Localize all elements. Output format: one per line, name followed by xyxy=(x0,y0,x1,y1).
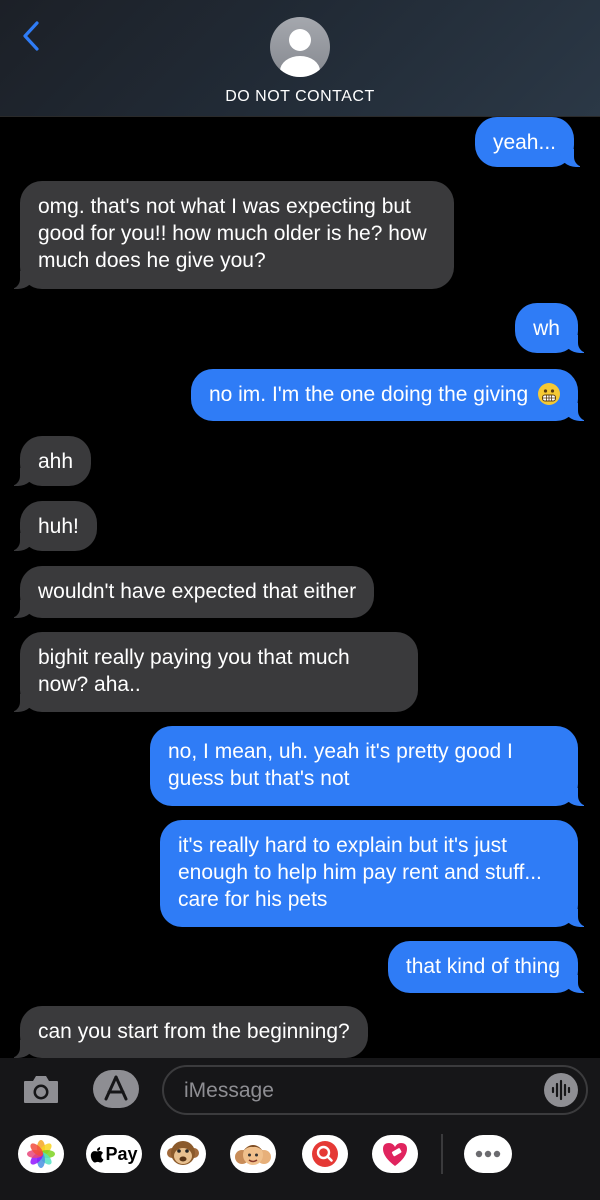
message-text: bighit really paying you that much now? … xyxy=(38,646,350,696)
message-text: that kind of thing xyxy=(405,955,560,978)
message-incoming[interactable]: can you start from the beginning? xyxy=(10,1006,368,1058)
message-outgoing[interactable]: it's really hard to explain but it's jus… xyxy=(160,820,588,927)
heart-sticker-app-button[interactable] xyxy=(372,1135,418,1173)
message-outgoing[interactable]: that kind of thing xyxy=(387,941,589,993)
message-text: ahh xyxy=(38,450,74,473)
photos-icon xyxy=(27,1140,55,1168)
message-text: wouldn't have expected that either xyxy=(38,580,357,603)
app-store-icon xyxy=(93,1070,139,1108)
message-text: yeah... xyxy=(492,131,556,154)
chevron-left-icon xyxy=(23,21,39,51)
animoji-app-button[interactable] xyxy=(160,1135,206,1173)
message-text: no, I mean, uh. yeah it's pretty good I … xyxy=(168,740,513,790)
message-text: wh xyxy=(533,317,560,340)
waveform-icon xyxy=(551,1079,571,1101)
message-input[interactable] xyxy=(182,1075,526,1107)
message-text: no im. I'm the one doing the giving xyxy=(208,383,529,406)
more-apps-button[interactable] xyxy=(464,1135,512,1173)
image-search-icon xyxy=(312,1141,338,1167)
apple-pay-label: Pay xyxy=(105,1143,138,1164)
more-icon xyxy=(475,1150,501,1158)
message-input-container xyxy=(162,1065,588,1115)
message-incoming[interactable]: wouldn't have expected that either xyxy=(9,566,375,618)
memoji-app-button[interactable] xyxy=(230,1135,276,1173)
message-outgoing[interactable]: yeah... xyxy=(474,117,585,167)
message-incoming[interactable]: ahh xyxy=(9,436,92,486)
message-outgoing[interactable]: no, I mean, uh. yeah it's pretty good I … xyxy=(150,726,588,806)
conversation-header: DO NOT CONTACT xyxy=(0,0,600,117)
person-icon xyxy=(280,29,320,77)
camera-icon xyxy=(24,1076,58,1103)
heart-sticker-icon xyxy=(383,1143,407,1166)
audio-record-button[interactable] xyxy=(544,1073,578,1107)
message-incoming[interactable]: huh! xyxy=(10,501,97,551)
contact-name[interactable]: DO NOT CONTACT xyxy=(0,88,600,106)
monkey-animoji-icon xyxy=(167,1141,199,1165)
app-store-button[interactable] xyxy=(92,1069,140,1109)
memoji-icon xyxy=(235,1145,271,1165)
apple-pay-button[interactable]: Pay xyxy=(86,1135,142,1173)
message-incoming[interactable]: omg. that's not what I was expecting but… xyxy=(10,181,454,289)
back-button[interactable] xyxy=(16,16,46,56)
camera-button[interactable] xyxy=(22,1072,60,1106)
message-text: omg. that's not what I was expecting but… xyxy=(38,195,427,272)
message-text: can you start from the beginning? xyxy=(38,1020,350,1043)
image-search-app-button[interactable] xyxy=(302,1135,348,1173)
message-outgoing[interactable]: no im. I'm the one doing the giving xyxy=(190,369,589,421)
message-text: huh! xyxy=(38,515,79,538)
contact-avatar[interactable] xyxy=(270,17,330,77)
message-text: it's really hard to explain but it's jus… xyxy=(178,834,542,911)
drawer-divider xyxy=(441,1134,443,1174)
photos-app-button[interactable] xyxy=(18,1135,64,1173)
grimacing-face-emoji-icon xyxy=(538,383,560,405)
apple-logo-icon xyxy=(91,1146,104,1162)
message-incoming[interactable]: bighit really paying you that much now? … xyxy=(10,632,418,712)
message-outgoing[interactable]: wh xyxy=(515,303,588,353)
